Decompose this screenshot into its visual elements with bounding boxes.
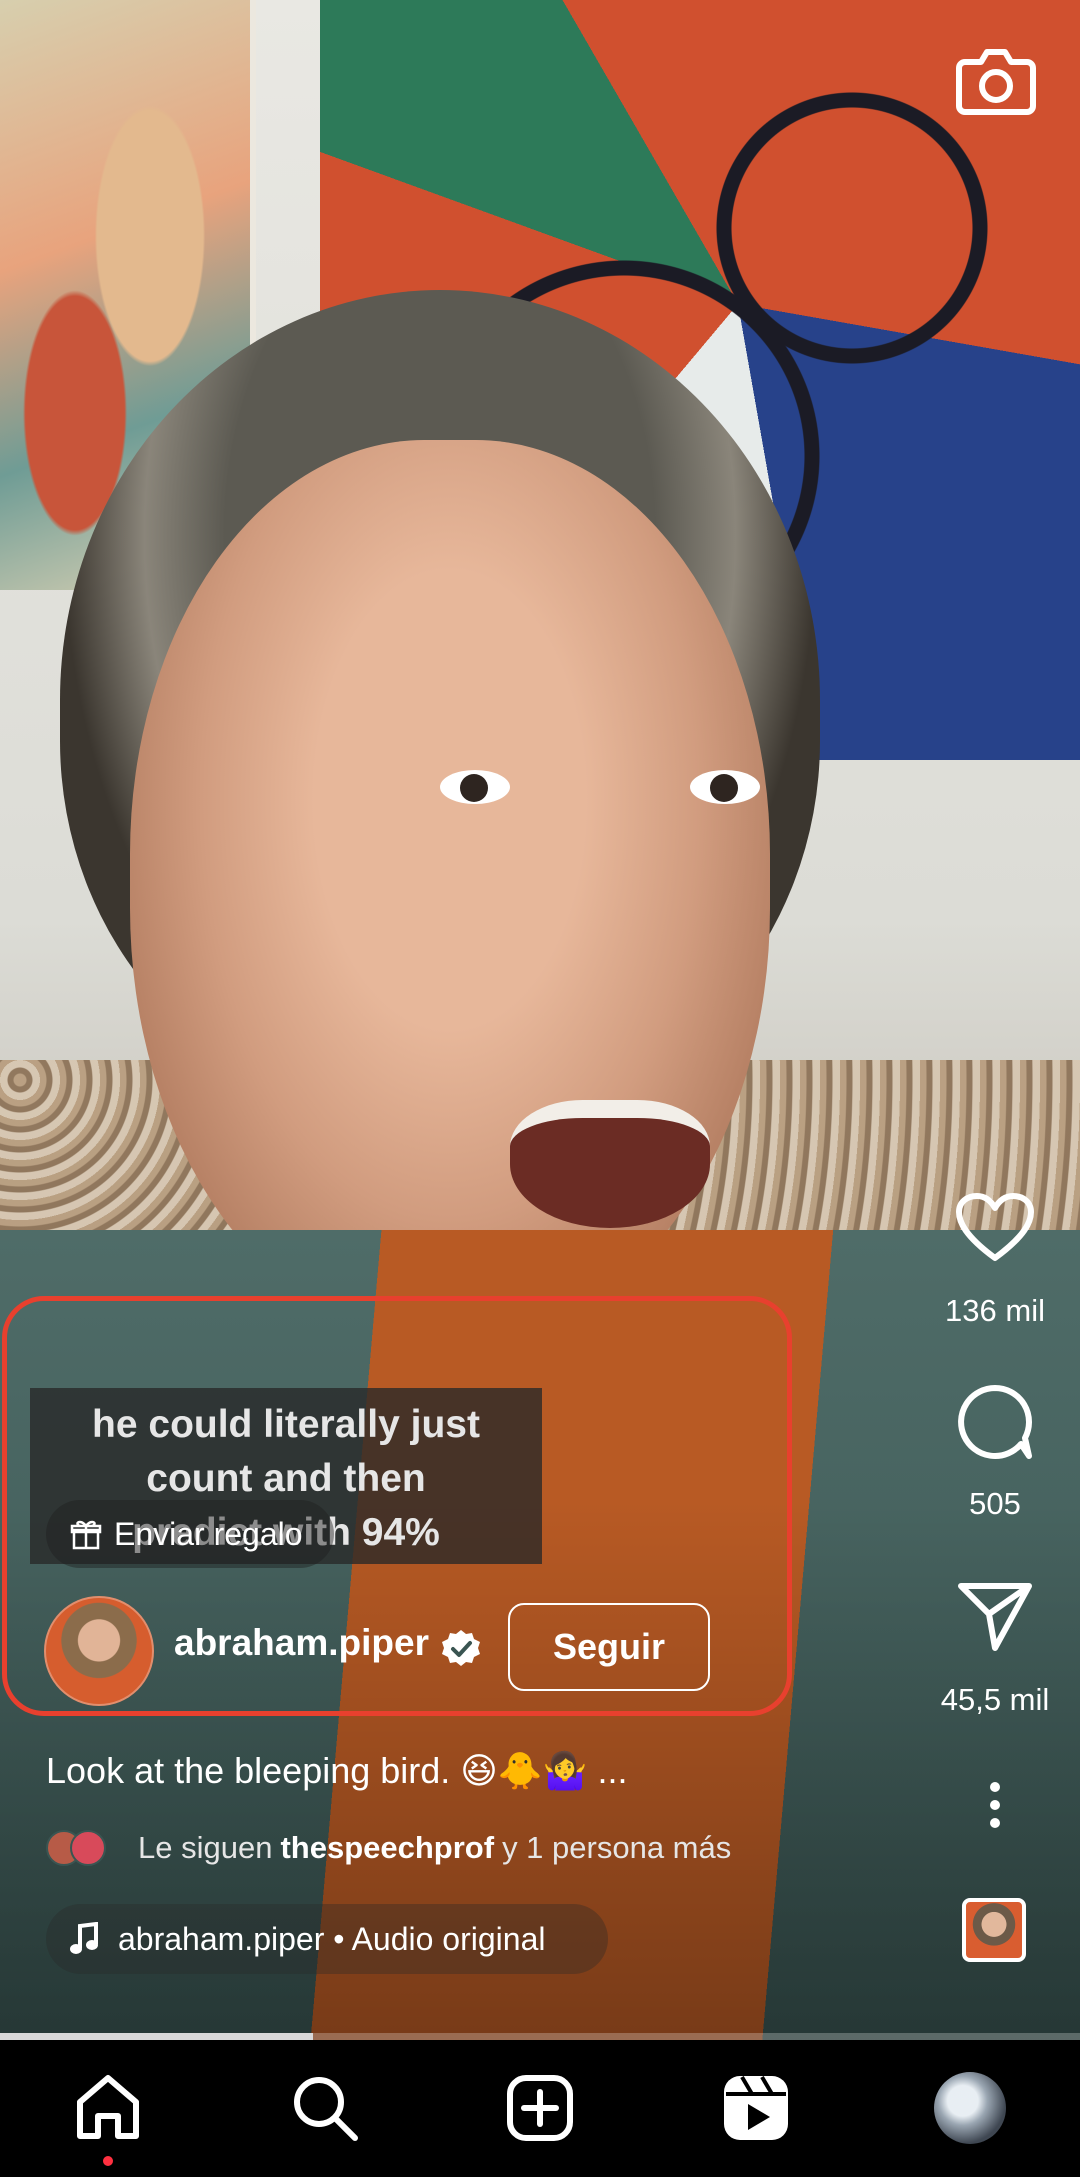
home-icon (77, 2075, 139, 2139)
nav-create[interactable] (504, 2072, 576, 2144)
bottom-navigation (0, 2040, 1080, 2177)
author-avatar[interactable] (44, 1596, 154, 1706)
profile-avatar (934, 2072, 1006, 2144)
nav-search[interactable] (289, 2072, 361, 2144)
camera-icon (956, 49, 1036, 115)
person-mouth (510, 1100, 710, 1228)
person-eye-right (690, 770, 760, 804)
reels-icon (724, 2075, 788, 2140)
author-username[interactable]: abraham.piper (174, 1622, 429, 1664)
like-count[interactable]: 136 mil (925, 1293, 1065, 1329)
followed-by-row[interactable]: Le siguen thespeechprof y 1 persona más (46, 1826, 731, 1870)
nav-profile[interactable] (934, 2072, 1006, 2144)
nav-reels[interactable] (720, 2072, 792, 2144)
followed-by-prefix: Le siguen (138, 1830, 273, 1865)
post-description[interactable]: Look at the bleeping bird. 😆🐥🤷‍♀️ ... (46, 1750, 627, 1792)
heart-icon[interactable] (955, 1192, 1035, 1264)
share-icon[interactable] (955, 1578, 1035, 1654)
camera-button[interactable] (955, 40, 1037, 120)
more-options-icon[interactable] (984, 1780, 1006, 1830)
music-note-icon (70, 1922, 98, 1954)
notification-dot (103, 2156, 113, 2166)
follow-button[interactable]: Seguir (508, 1603, 710, 1691)
share-count[interactable]: 45,5 mil (925, 1682, 1065, 1718)
video-progress-fill (0, 2033, 314, 2040)
video-progress-bar[interactable] (0, 2033, 1080, 2040)
reel-video[interactable] (0, 0, 1080, 2040)
nav-home[interactable] (72, 2072, 144, 2144)
verified-badge-icon (442, 1630, 480, 1666)
followed-by-user[interactable]: thespeechprof (280, 1830, 494, 1866)
follower-avatars (46, 1830, 114, 1866)
comment-count[interactable]: 505 (925, 1486, 1065, 1522)
audio-label: abraham.piper • Audio original (118, 1920, 546, 1957)
create-icon (507, 2075, 573, 2141)
person-eye-left (440, 770, 510, 804)
followed-by-suffix: y 1 persona más (502, 1830, 732, 1865)
comment-icon[interactable] (955, 1382, 1035, 1462)
search-icon (294, 2077, 358, 2141)
follower-avatar (70, 1830, 106, 1866)
audio-attribution[interactable]: abraham.piper • Audio original (46, 1904, 608, 1974)
audio-thumbnail[interactable] (962, 1898, 1026, 1962)
